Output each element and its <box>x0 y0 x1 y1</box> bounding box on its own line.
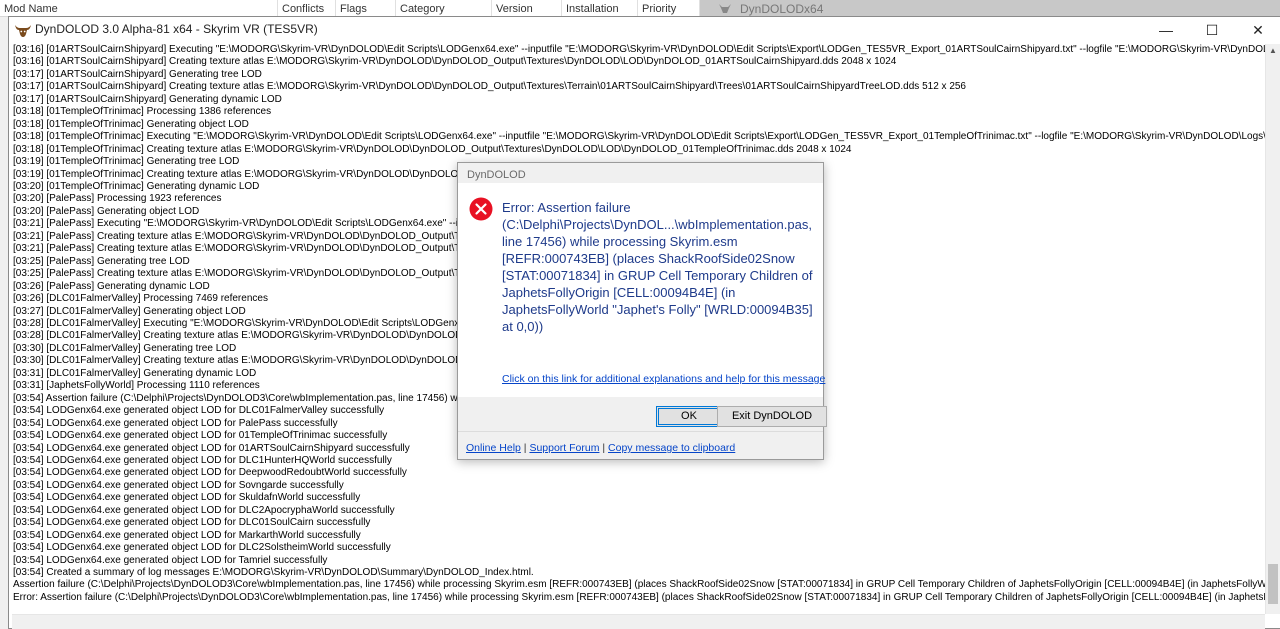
log-line: Assertion failure (C:\Delphi\Projects\Dy… <box>13 579 1265 591</box>
exit-dyndolod-button[interactable]: Exit DynDOLOD <box>717 406 827 427</box>
help-link[interactable]: Click on this link for additional explan… <box>502 373 825 385</box>
footer-separator: | <box>599 442 609 454</box>
close-icon: ✕ <box>1252 22 1264 38</box>
log-line: [03:17] [01ARTSoulCairnShipyard] Generat… <box>13 93 282 105</box>
support-forum-link[interactable]: Support Forum <box>529 442 599 454</box>
minimize-icon: — <box>1159 22 1173 38</box>
horizontal-scrollbar[interactable] <box>12 614 1265 629</box>
vertical-scrollbar[interactable]: ▲ <box>1265 44 1280 614</box>
ok-button[interactable]: OK <box>656 406 722 427</box>
log-line: [03:18] [01TempleOfTrinimac] Generating … <box>13 118 249 130</box>
log-line: [03:18] [01TempleOfTrinimac] Processing … <box>13 106 272 118</box>
close-button[interactable]: ✕ <box>1235 17 1280 43</box>
scroll-up-arrow-icon[interactable]: ▲ <box>1266 44 1280 58</box>
online-help-link[interactable]: Online Help <box>466 442 521 454</box>
copy-message-link[interactable]: Copy message to clipboard <box>608 442 735 454</box>
footer-links: Online Help | Support Forum | Copy messa… <box>466 442 735 454</box>
log-line: [03:18] [01TempleOfTrinimac] Executing "… <box>13 131 1265 143</box>
dialog-title: DynDOLOD <box>467 169 526 181</box>
background-window-title: DynDOLODx64 <box>740 2 824 16</box>
log-line: [03:54] LODGenx64.exe generated object L… <box>13 467 407 479</box>
log-line: [03:54] LODGenx64.exe generated object L… <box>13 492 361 504</box>
bull-skull-icon <box>15 25 31 37</box>
log-line: [03:17] [01ARTSoulCairnShipyard] Generat… <box>13 68 262 80</box>
title-bar[interactable]: DynDOLOD 3.0 Alpha-81 x64 - Skyrim VR (T… <box>9 17 1280 43</box>
log-line: [03:18] [01TempleOfTrinimac] Creating te… <box>13 143 852 155</box>
background-column-header: Category <box>396 0 492 16</box>
background-column-header: Flags <box>336 0 396 16</box>
scrollbar-thumb[interactable] <box>1268 564 1278 604</box>
maximize-button[interactable]: ☐ <box>1189 17 1235 43</box>
log-line: [03:54] LODGenx64.exe generated object L… <box>13 504 395 516</box>
log-line: [03:16] [01ARTSoulCairnShipyard] Creatin… <box>13 56 897 68</box>
background-column-header: Conflicts <box>278 0 336 16</box>
minimize-button[interactable]: — <box>1143 17 1189 43</box>
log-line: Error: Assertion failure (C:\Delphi\Proj… <box>13 591 1265 603</box>
log-line: [03:16] [01ARTSoulCairnShipyard] Executi… <box>13 44 1265 55</box>
log-line: [03:17] [01ARTSoulCairnShipyard] Creatin… <box>13 81 966 93</box>
dialog-content: Error: Assertion failure (C:\Delphi\Proj… <box>458 183 825 397</box>
app-bull-icon-background <box>719 4 731 13</box>
log-line: [03:54] LODGenx64.exe generated object L… <box>13 529 361 541</box>
error-dialog: DynDOLOD Error: Assertion failure (C:\De… <box>457 162 827 460</box>
log-line: [03:54] Created a summary of log message… <box>13 567 534 579</box>
maximize-icon: ☐ <box>1205 22 1219 38</box>
window-title: DynDOLOD 3.0 Alpha-81 x64 - Skyrim VR (T… <box>35 22 318 36</box>
background-column-header: Priority <box>638 0 700 16</box>
log-line: [03:54] LODGenx64.exe generated object L… <box>13 479 344 491</box>
log-line: [03:54] LODGenx64.exe generated object L… <box>13 517 371 529</box>
background-column-header: Installation <box>562 0 638 16</box>
error-message: Error: Assertion failure (C:\Delphi\Proj… <box>502 200 813 334</box>
log-line: [03:54] LODGenx64.exe generated object L… <box>13 542 391 554</box>
dialog-footer: Online Help | Support Forum | Copy messa… <box>458 431 823 460</box>
background-column-header: Version <box>492 0 562 16</box>
error-icon <box>469 197 493 221</box>
background-column-header: Mod Name <box>0 0 278 16</box>
log-line: [03:54] LODGenx64.exe generated object L… <box>13 554 328 566</box>
